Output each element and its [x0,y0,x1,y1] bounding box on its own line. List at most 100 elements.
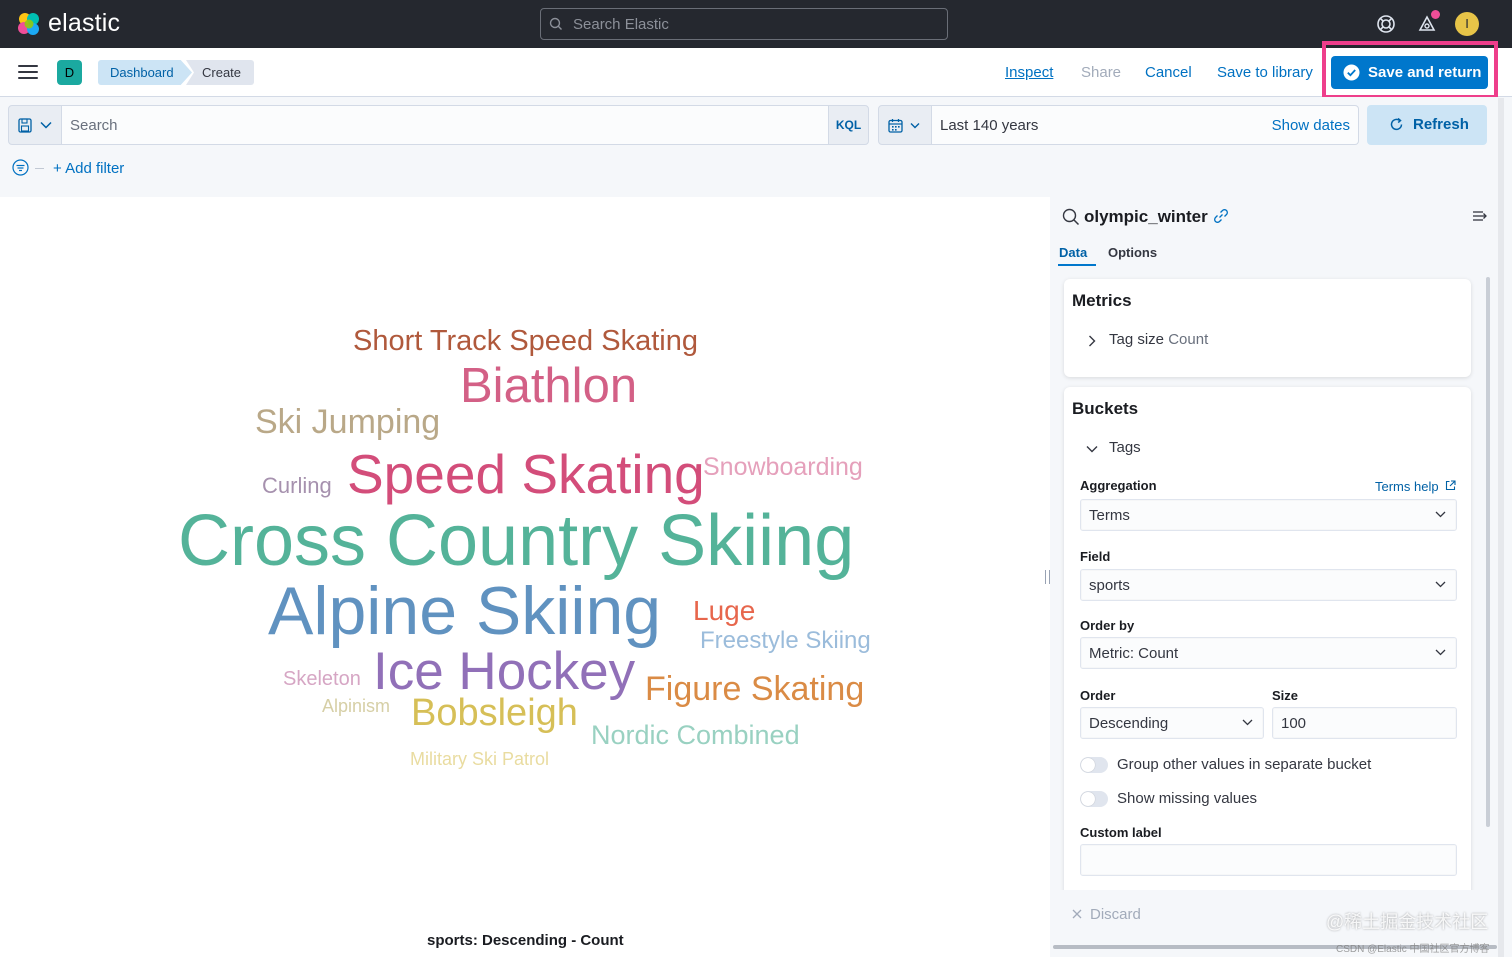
custom-label-input[interactable] [1080,844,1457,876]
global-search-placeholder: Search Elastic [573,16,669,33]
show-missing-toggle[interactable] [1080,791,1108,807]
tag-cloud-word[interactable]: Snowboarding [703,455,863,480]
tag-cloud-caption: sports: Descending - Count [427,932,624,949]
aggregation-value: Terms [1089,507,1130,524]
discard-label: Discard [1090,906,1141,923]
link-icon[interactable] [1213,208,1229,224]
query-language-button[interactable]: KQL [828,105,869,145]
query-search-input[interactable]: Search [62,105,828,145]
size-input[interactable]: 100 [1272,707,1457,739]
tag-cloud-word[interactable]: Alpine Skiing [268,577,661,645]
size-label: Size [1272,688,1299,703]
breadcrumb-dashboard[interactable]: Dashboard [98,60,192,85]
tag-cloud-word[interactable]: Figure Skating [645,672,864,706]
chevron-right-icon[interactable] [1088,335,1096,347]
order-select[interactable]: Descending [1080,707,1264,739]
chevron-down-icon [910,123,920,129]
annotation-highlight-box [1322,41,1498,99]
refresh-button[interactable]: Refresh [1367,105,1487,145]
save-to-library-link[interactable]: Save to library [1217,64,1313,81]
aggregation-select[interactable]: Terms [1080,499,1457,531]
tag-cloud-word[interactable]: Military Ski Patrol [410,750,549,768]
date-range-label: Last 140 years [940,117,1039,134]
tag-cloud-word[interactable]: Nordic Combined [591,722,800,749]
hamburger-menu-icon[interactable] [18,65,38,81]
tag-cloud-word[interactable]: Alpinism [322,697,390,715]
metric-tag-size-row[interactable]: Tag size Count [1109,331,1208,348]
share-link[interactable]: Share [1081,64,1121,81]
group-other-toggle[interactable] [1080,757,1108,773]
page-scrollbar[interactable] [1498,98,1504,957]
tag-cloud-word[interactable]: Skeleton [283,669,361,689]
help-icon[interactable] [1374,12,1398,36]
global-header: elastic Search Elastic I [0,0,1512,48]
metrics-title: Metrics [1072,291,1132,310]
elastic-logo-icon[interactable] [16,11,42,37]
date-range-picker[interactable]: Last 140 years Show dates [932,105,1359,145]
query-bar: Search KQL Last 140 years Show dates Ref… [0,97,1512,197]
order-by-value: Metric: Count [1089,645,1179,662]
metric-tag-size-label: Tag size [1109,331,1165,348]
brand-name: elastic [48,9,121,37]
tag-cloud-word[interactable]: Luge [693,597,755,625]
close-icon [1072,909,1082,919]
inspect-link[interactable]: Inspect [1005,64,1053,81]
tag-cloud-word[interactable]: Freestyle Skiing [700,629,871,653]
custom-label-label: Custom label [1080,825,1162,840]
tag-cloud-word[interactable]: Bobsleigh [411,694,578,732]
chevron-down-icon [40,121,52,129]
tag-cloud-word[interactable]: Short Track Speed Skating [353,327,698,356]
cancel-link[interactable]: Cancel [1145,64,1192,81]
notification-dot [1431,10,1440,19]
tab-options[interactable]: Options [1108,245,1157,260]
tag-cloud-word[interactable]: Ice Hockey [373,645,635,698]
space-avatar[interactable]: D [57,60,82,85]
filter-options-icon[interactable] [12,159,29,176]
query-search-placeholder: Search [70,117,118,134]
terms-help-label: Terms help [1375,479,1439,494]
show-dates-link[interactable]: Show dates [1272,117,1350,134]
order-label: Order [1080,688,1116,703]
breadcrumb-create: Create [186,60,254,85]
index-pattern-search-icon [1062,208,1080,226]
active-tab-indicator [1058,264,1096,266]
index-pattern-title: olympic_winter [1084,207,1208,226]
global-search-input[interactable]: Search Elastic [540,8,948,40]
user-avatar[interactable]: I [1455,12,1479,36]
tag-cloud-word[interactable]: Ski Jumping [255,405,440,439]
calendar-icon [888,119,903,133]
add-filter-button[interactable]: + Add filter [53,160,124,177]
refresh-icon [1390,117,1403,131]
tag-cloud-word[interactable]: Curling [262,475,332,497]
collapse-sidebar-icon[interactable] [1472,209,1488,223]
aggregation-label: Aggregation [1080,478,1157,493]
tag-cloud-word[interactable]: Biathlon [460,362,637,411]
tag-cloud-canvas: Short Track Speed Skating Biathlon Ski Jum… [0,197,1050,957]
tab-data[interactable]: Data [1059,245,1087,260]
watermark: @稀土掘金技术社区 [1326,912,1489,932]
watermark-sub: CSDN @Elastic 中国社区官方博客 [1336,944,1490,955]
metrics-card: Metrics Tag size Count [1064,279,1471,377]
show-missing-label: Show missing values [1117,790,1258,807]
external-link-icon [1446,480,1456,491]
field-value: sports [1089,577,1130,594]
tag-cloud-word[interactable]: Speed Skating [347,447,705,502]
chevron-down-icon [1242,719,1253,726]
save-disk-icon [18,118,32,133]
discard-button[interactable]: Discard [1072,906,1141,923]
order-by-select[interactable]: Metric: Count [1080,637,1457,669]
chevron-down-icon [1435,511,1446,518]
filter-divider [35,168,44,169]
bucket-tags-label[interactable]: Tags [1109,439,1141,456]
metric-tag-size-value: Count [1168,331,1209,348]
visualization-editor-sidebar: olympic_winter Data Options Metrics Tag … [1050,197,1512,957]
sidebar-scrollbar[interactable] [1486,277,1490,827]
chevron-down-icon[interactable] [1086,445,1098,453]
field-select[interactable]: sports [1080,569,1457,601]
group-other-label: Group other values in separate bucket [1117,756,1372,773]
terms-help-link[interactable]: Terms help [1375,479,1456,494]
saved-query-button[interactable] [8,105,62,145]
quick-date-menu-button[interactable] [878,105,932,145]
tag-cloud-word[interactable]: Cross Country Skiing [178,505,854,577]
refresh-label: Refresh [1413,116,1469,133]
